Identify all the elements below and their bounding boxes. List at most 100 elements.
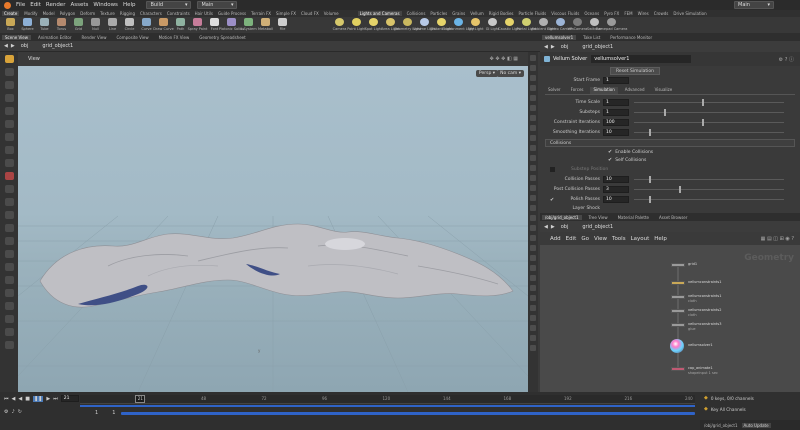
display-icon[interactable] xyxy=(530,335,536,341)
pane-tab[interactable]: Motion FX View xyxy=(156,35,193,40)
shelf-tool-file[interactable]: File xyxy=(275,17,290,33)
shelf-tab[interactable]: Rigid Bodies xyxy=(489,11,514,16)
view-tool-icon[interactable] xyxy=(4,68,14,76)
shelf-tab[interactable]: Terrain FX xyxy=(251,11,271,16)
solver-node-sphere[interactable] xyxy=(670,339,684,353)
shelf-tab[interactable]: Particles xyxy=(430,11,447,16)
display-icon[interactable] xyxy=(530,235,536,241)
step-back-icon[interactable]: ◀ xyxy=(12,396,16,402)
menu-assets[interactable]: Assets xyxy=(70,2,88,8)
shelf-tool-line[interactable]: Line xyxy=(105,17,120,33)
slider-knob[interactable] xyxy=(701,119,704,126)
path-node[interactable]: grid_object1 xyxy=(42,43,73,49)
shelf-tab[interactable]: Collisions xyxy=(407,11,426,16)
snap-tool-icon[interactable] xyxy=(4,159,14,167)
jump-start-icon[interactable]: ⏮ xyxy=(4,396,9,402)
pause-icon[interactable]: ❚❚ xyxy=(32,395,44,402)
move-tool-icon[interactable] xyxy=(4,120,14,128)
loop-icon[interactable]: ↻ xyxy=(18,409,22,415)
shelf-tab[interactable]: Rigging xyxy=(120,11,135,16)
display-icon[interactable] xyxy=(530,315,536,321)
smoothing-iterations-field[interactable]: 10 xyxy=(603,129,629,136)
menu-help[interactable]: Help xyxy=(123,2,136,8)
slider-knob[interactable] xyxy=(649,176,651,183)
display-icon[interactable] xyxy=(530,165,536,171)
shelf-tab[interactable]: Create xyxy=(2,11,20,16)
pane-tab[interactable]: Performance Monitor xyxy=(607,35,655,40)
pane-tab[interactable]: Composite View xyxy=(114,35,152,40)
context-dropdown[interactable]: Main ▾ xyxy=(197,1,238,9)
display-icon[interactable] xyxy=(530,55,536,61)
tool-icon[interactable] xyxy=(4,276,14,284)
shelf-tab[interactable]: Volume xyxy=(324,11,339,16)
shelf-tab[interactable]: Pyro FX xyxy=(604,11,619,16)
net-menu-tools[interactable]: Tools xyxy=(612,236,626,242)
shelf-tab[interactable]: Lights and Cameras xyxy=(357,11,402,16)
slider-knob[interactable] xyxy=(649,196,651,203)
shelf-tool-torus[interactable]: Torus xyxy=(54,17,69,33)
shelf-tab[interactable]: FEM xyxy=(624,11,632,16)
node-name-field[interactable]: vellumsolver1 xyxy=(591,55,692,63)
shelf-tab[interactable]: Hair Utils xyxy=(195,11,213,16)
net-menu-layout[interactable]: Layout xyxy=(631,236,650,242)
constraint-iterations-field[interactable]: 100 xyxy=(603,119,629,126)
tab-advanced[interactable]: Advanced xyxy=(622,87,648,94)
shelf-tool-vr-camera[interactable]: VR Camera xyxy=(568,17,587,33)
range-start2-field[interactable]: 1 xyxy=(112,410,115,416)
key-icon[interactable]: ◆ xyxy=(704,395,708,401)
timeline-track[interactable]: 24487296120144168192216240 21 xyxy=(80,395,695,404)
forward-arrow-icon[interactable]: ▶ xyxy=(11,43,15,49)
group-tool-icon[interactable] xyxy=(4,185,14,193)
shelf-tool-tube[interactable]: Tube xyxy=(37,17,52,33)
shelf-tab[interactable]: Grains xyxy=(452,11,465,16)
back-arrow-icon[interactable]: ◀ xyxy=(544,224,548,230)
display-options-icon[interactable]: ✥ ✥ ✥ ◧ ▦ xyxy=(490,56,518,62)
shelf-tool-environment-light[interactable]: Environment Light xyxy=(442,17,475,33)
3d-viewport[interactable]: Persp ▾ No cam ▾ y xyxy=(18,66,528,392)
step-forward-icon[interactable]: ▶ xyxy=(46,396,50,402)
tool-icon[interactable] xyxy=(4,263,14,271)
shelf-tab[interactable]: Viscous Fluids xyxy=(551,11,579,16)
shelf-tab[interactable]: Cloud FX xyxy=(301,11,319,16)
shelf-tool-sphere[interactable]: Sphere xyxy=(20,17,35,33)
shelf-tab[interactable]: Deform xyxy=(80,11,95,16)
display-icon[interactable] xyxy=(530,215,536,221)
display-icon[interactable] xyxy=(530,75,536,81)
shelf-tool-curve[interactable]: Curve xyxy=(139,17,154,33)
constraint-iterations-slider[interactable] xyxy=(634,119,784,126)
pane-tab[interactable]: Asset Browser xyxy=(656,215,690,220)
network-node[interactable] xyxy=(671,323,685,327)
tool-icon[interactable] xyxy=(4,237,14,245)
shelf-tool-path[interactable]: Path xyxy=(173,17,188,33)
shelf-tab[interactable]: Oceans xyxy=(584,11,599,16)
slider-knob[interactable] xyxy=(664,109,666,116)
path-node[interactable]: grid_object1 xyxy=(582,44,613,50)
checkmark-icon[interactable]: ✔ xyxy=(550,197,554,203)
network-editor[interactable]: Geometry grid1 vellumconstraints1 vellumco… xyxy=(540,245,800,392)
reset-simulation-button[interactable]: Reset Simulation xyxy=(610,67,660,75)
path-context[interactable]: obj xyxy=(561,224,569,230)
pane-tab[interactable]: Animation Editor xyxy=(35,35,75,40)
pane-tab[interactable]: Material Palette xyxy=(615,215,652,220)
shelf-tab[interactable]: Drive Simulation xyxy=(673,11,706,16)
shelf-tool-spot-light[interactable]: Spot Light xyxy=(365,17,382,33)
network-node[interactable] xyxy=(671,367,685,371)
net-menu-add[interactable]: Add xyxy=(550,236,561,242)
stop-icon[interactable]: ■ xyxy=(25,396,30,402)
rotate-tool-icon[interactable] xyxy=(4,133,14,141)
tab-simulation[interactable]: Simulation xyxy=(590,87,618,94)
shelf-tool-caustic-light[interactable]: Caustic Light xyxy=(498,17,521,33)
shelf-tool-null[interactable]: Null xyxy=(88,17,103,33)
pane-tab[interactable]: Geometry Spreadsheet xyxy=(196,35,248,40)
shelf-tool-camera[interactable]: Camera xyxy=(332,17,347,33)
polish-passes-slider[interactable] xyxy=(634,196,784,203)
pane-tab[interactable]: Render View xyxy=(78,35,109,40)
tool-icon[interactable] xyxy=(4,302,14,310)
shelf-tab[interactable]: Modify xyxy=(24,11,37,16)
display-icon[interactable] xyxy=(530,195,536,201)
self-collisions-checkbox[interactable]: ✔ Self Collisions xyxy=(608,157,646,163)
display-icon[interactable] xyxy=(530,125,536,131)
audio-icon[interactable]: ♪ xyxy=(11,409,14,415)
slider-knob[interactable] xyxy=(649,129,651,136)
display-icon[interactable] xyxy=(530,265,536,271)
